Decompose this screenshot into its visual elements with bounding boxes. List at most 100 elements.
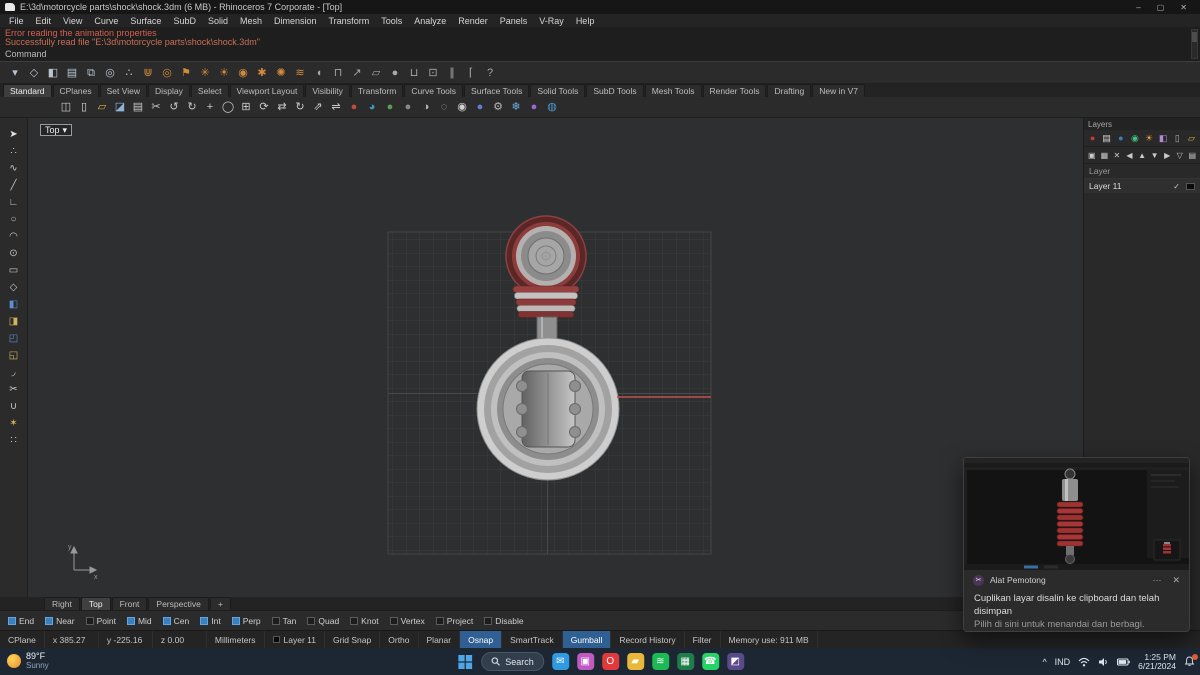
toolbar-tab[interactable]: Standard bbox=[3, 84, 52, 97]
osnap-option[interactable]: Int bbox=[200, 616, 221, 626]
status-bar-item[interactable]: Record History bbox=[611, 631, 685, 648]
menu-item[interactable]: Dimension bbox=[268, 14, 323, 27]
arc-icon[interactable]: ◠ bbox=[3, 228, 25, 244]
toolbar-tab[interactable]: Render Tools bbox=[702, 84, 767, 97]
close-button[interactable]: ✕ bbox=[1180, 3, 1187, 12]
toolbar-tab[interactable]: Set View bbox=[99, 84, 148, 97]
osnap-option[interactable]: Vertex bbox=[389, 616, 425, 626]
status-bar-item[interactable]: CPlane bbox=[0, 631, 45, 648]
layers-tab-icon[interactable]: ▤ bbox=[1101, 132, 1112, 144]
top-viewport[interactable]: Top ▾ y x bbox=[28, 118, 1083, 597]
toolbar-tab[interactable]: Viewport Layout bbox=[229, 84, 305, 97]
weather-widget[interactable]: 89°F Sunny bbox=[7, 651, 49, 671]
osnap-checkbox[interactable] bbox=[307, 616, 316, 625]
cone-flag-icon[interactable]: ⚑ bbox=[178, 65, 194, 81]
osnap-checkbox[interactable] bbox=[271, 616, 280, 625]
snip-notification-toast[interactable]: ✂ Alat Pemotong ⋯ ✕ Cuplikan layar disal… bbox=[963, 457, 1190, 632]
move-up-icon[interactable]: ▲ bbox=[1137, 149, 1147, 161]
toolbar-tab[interactable]: CPlanes bbox=[52, 84, 99, 97]
status-bar-item[interactable]: Memory use: 911 MB bbox=[721, 631, 818, 648]
object-snap-icon[interactable]: ◇ bbox=[26, 65, 42, 81]
status-bar-item[interactable]: y -225.16 bbox=[99, 631, 153, 648]
save-icon[interactable]: ◪ bbox=[112, 99, 128, 115]
toolbar-tab[interactable]: Mesh Tools bbox=[644, 84, 702, 97]
rgb-sphere-icon[interactable]: ◕ bbox=[364, 99, 380, 115]
viewport-tab[interactable]: + bbox=[209, 597, 231, 610]
notes-tab-icon[interactable]: ▯ bbox=[1172, 132, 1183, 144]
materials-tab-icon[interactable]: ◉ bbox=[1129, 132, 1140, 144]
studio-app-icon[interactable]: ◩ bbox=[726, 653, 744, 670]
menu-item[interactable]: File bbox=[3, 14, 30, 27]
menu-item[interactable]: Solid bbox=[202, 14, 234, 27]
menu-item[interactable]: View bbox=[57, 14, 88, 27]
move-down-icon[interactable]: ▼ bbox=[1150, 149, 1160, 161]
osnap-option[interactable]: Quad bbox=[307, 616, 339, 626]
whatsapp-app-icon[interactable]: ☎ bbox=[701, 653, 719, 670]
help-icon[interactable]: ? bbox=[482, 65, 498, 81]
scale-icon[interactable]: ⇗ bbox=[310, 99, 326, 115]
select-arrow-icon[interactable]: ➤ bbox=[3, 126, 25, 142]
zoom-icon[interactable]: ◯ bbox=[220, 99, 236, 115]
toolbar-tab[interactable]: Transform bbox=[350, 84, 404, 97]
taskbar-clock[interactable]: 1:25 PM 6/21/2024 bbox=[1138, 652, 1176, 671]
lights-tab-icon[interactable]: ☀ bbox=[1144, 132, 1155, 144]
material-sphere-icon[interactable]: ● bbox=[472, 99, 488, 115]
osnap-option[interactable]: Cen bbox=[162, 616, 189, 626]
toolbar-tab[interactable]: Solid Tools bbox=[530, 84, 586, 97]
layer-current-check-icon[interactable]: ✓ bbox=[1173, 182, 1180, 191]
line-icon[interactable]: ╱ bbox=[3, 177, 25, 193]
layer-color-swatch[interactable] bbox=[1186, 182, 1195, 190]
start-button[interactable] bbox=[456, 653, 473, 670]
gray-sphere-icon[interactable]: ● bbox=[400, 99, 416, 115]
osnap-checkbox[interactable] bbox=[484, 616, 493, 625]
osnap-checkbox[interactable] bbox=[231, 616, 240, 625]
star-points-icon[interactable]: ✳ bbox=[197, 65, 213, 81]
snip-preview-image[interactable] bbox=[964, 458, 1189, 570]
tray-overflow-chevron[interactable]: ^ bbox=[1042, 657, 1046, 667]
osnap-checkbox[interactable] bbox=[45, 616, 54, 625]
opera-app-icon[interactable]: O bbox=[601, 653, 619, 670]
purple-sphere-icon[interactable]: ● bbox=[526, 99, 542, 115]
status-bar-item[interactable]: Grid Snap bbox=[325, 631, 381, 648]
status-bar-item[interactable]: Gumball bbox=[562, 631, 612, 648]
fillet-icon[interactable]: ◞ bbox=[3, 364, 25, 380]
filter-layers-icon[interactable]: ▽ bbox=[1175, 149, 1185, 161]
menu-item[interactable]: Surface bbox=[124, 14, 167, 27]
osnap-checkbox[interactable] bbox=[435, 616, 444, 625]
menu-item[interactable]: SubD bbox=[167, 14, 202, 27]
osnap-option[interactable]: Knot bbox=[350, 616, 379, 626]
osnap-option[interactable]: Perp bbox=[231, 616, 261, 626]
rotate-view-icon[interactable]: ⟳ bbox=[256, 99, 272, 115]
status-bar-item[interactable]: x 385.27 bbox=[45, 631, 99, 648]
status-bar-item[interactable]: Filter bbox=[685, 631, 721, 648]
donut-icon[interactable]: ◉ bbox=[235, 65, 251, 81]
photos-app-icon[interactable]: ▣ bbox=[576, 653, 594, 670]
toolbar-tab[interactable]: Select bbox=[190, 84, 229, 97]
open-panel-icon[interactable]: ▱ bbox=[1186, 132, 1197, 144]
curve-icon[interactable]: ∿ bbox=[3, 160, 25, 176]
osnap-option[interactable]: Mid bbox=[126, 616, 152, 626]
battery-icon[interactable] bbox=[1117, 658, 1130, 666]
osnap-checkbox[interactable] bbox=[162, 616, 171, 625]
rotate-icon[interactable]: ↻ bbox=[292, 99, 308, 115]
viewport-tab[interactable]: Top bbox=[80, 597, 111, 610]
osnap-checkbox[interactable] bbox=[8, 616, 16, 625]
extrude-icon[interactable]: ◰ bbox=[3, 330, 25, 346]
render-icon[interactable]: ◉ bbox=[454, 99, 470, 115]
redo-icon[interactable]: ↻ bbox=[184, 99, 200, 115]
toolbar-tab[interactable]: Display bbox=[148, 84, 190, 97]
polyline-icon[interactable]: ∟ bbox=[3, 194, 25, 210]
wifi-icon[interactable] bbox=[1078, 657, 1090, 667]
visibility-icon[interactable]: ◎ bbox=[102, 65, 118, 81]
lamp-icon[interactable]: ◖ bbox=[311, 65, 327, 81]
rectangle-icon[interactable]: ▭ bbox=[3, 262, 25, 278]
toast-menu-button[interactable]: ⋯ bbox=[1152, 575, 1161, 586]
viewport-tab[interactable]: Perspective bbox=[148, 597, 209, 610]
menu-item[interactable]: Help bbox=[570, 14, 601, 27]
toast-body[interactable]: Cuplikan layar disalin ke clipboard dan … bbox=[964, 590, 1189, 631]
menu-item[interactable]: Edit bbox=[30, 14, 58, 27]
loft-icon[interactable]: ◱ bbox=[3, 347, 25, 363]
maximize-button[interactable]: ▢ bbox=[1157, 3, 1165, 12]
surface-icon[interactable]: ◧ bbox=[3, 296, 25, 312]
pipe-tool-icon[interactable]: ∥ bbox=[444, 65, 460, 81]
